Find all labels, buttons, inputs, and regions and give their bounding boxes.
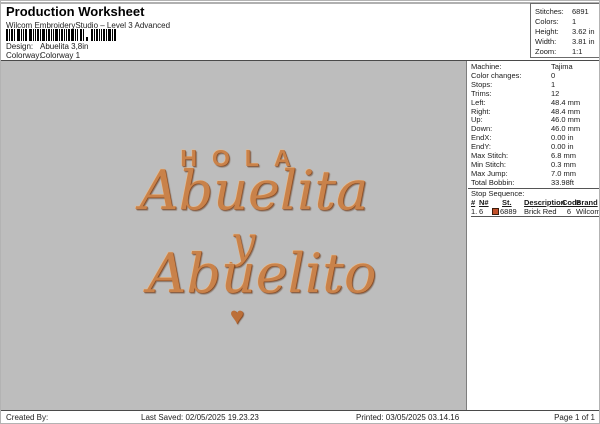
stat-value: 3.62 in (572, 27, 595, 36)
machine-label: Total Bobbin: (471, 177, 515, 187)
design-text-abuelito: Abuelito (147, 242, 377, 305)
seq-code: 6 (566, 207, 572, 216)
design-preview-canvas: HOLA Abuelita y Abuelito ♥ (1, 61, 467, 410)
seq-num: 1. (471, 207, 478, 216)
seq-brand: Wilcom (576, 207, 600, 216)
footer-printed: Printed: 03/05/2025 03.14.16 (356, 413, 460, 422)
stat-height: Height: 3.62 in (535, 27, 598, 37)
col-num: # (471, 198, 476, 207)
seq-st-cell: 6889 (492, 207, 524, 216)
design-label: Design: (6, 42, 34, 51)
footer-last-saved: Last Saved: 02/05/2025 19.23.23 (141, 413, 259, 422)
design-value: Abuelita 3,8in (40, 42, 89, 51)
machine-row: Total Bobbin: 33.98ft (471, 177, 599, 188)
footer-page-number: Page 1 of 1 (554, 413, 595, 422)
footer-divider (1, 410, 599, 411)
machine-info-list: Machine: Tajima Color changes: 0 Stops: 1 T… (471, 62, 599, 188)
design-row: Design: Abuelita 3,8in (6, 42, 88, 51)
colorway-row: Colorway: Colorway 1 (6, 51, 80, 60)
machine-value: Tajima (551, 62, 573, 71)
stat-label: Stitches: (535, 7, 564, 16)
stat-colors: Colors: 1 (535, 17, 598, 27)
seq-n: 6 (479, 207, 484, 216)
stop-sequence-header-row: # N# St. Description Code Brand (471, 198, 599, 207)
stat-value: 1 (572, 17, 577, 26)
stop-sequence-section: Stop Sequence: # N# St. Description Code… (468, 188, 600, 217)
seq-description: Brick Red (524, 207, 557, 216)
col-code: Code (562, 198, 581, 207)
stat-zoom: Zoom: 1:1 (535, 47, 598, 57)
design-stats-box: Stitches: 6891 Colors: 1 Height: 3.62 in… (530, 3, 599, 58)
heart-icon: ♥ (229, 303, 245, 330)
machine-label: Right: (471, 106, 491, 116)
page-title: Production Worksheet (6, 4, 145, 19)
stat-label: Height: (535, 27, 559, 36)
machine-value: 33.98ft (551, 177, 574, 187)
stat-stitches: Stitches: 6891 (535, 7, 598, 17)
seq-st: 6889 (500, 207, 517, 216)
col-n: N# (479, 198, 489, 207)
stat-label: Colors: (535, 17, 559, 26)
colorway-label: Colorway: (6, 51, 42, 60)
thread-color-swatch (492, 208, 499, 215)
colorway-value: Colorway 1 (40, 51, 81, 60)
footer-created-by: Created By: (6, 413, 49, 422)
stat-value: 3.81 in (572, 37, 595, 46)
col-description: Description (524, 198, 566, 207)
stat-width: Width: 3.81 in (535, 37, 598, 47)
production-worksheet-page: Production Worksheet Wilcom EmbroiderySt… (0, 0, 600, 424)
stop-sequence-row: 1. 6 6889 Brick Red 6 Wilcom (471, 207, 600, 217)
stop-sequence-title: Stop Sequence: (471, 189, 525, 198)
stat-value: 6891 (572, 7, 589, 16)
stat-value: 1:1 (572, 47, 583, 56)
barcode-icon (6, 29, 116, 41)
design-text-abuelita: Abuelita (139, 159, 369, 222)
stat-label: Width: (535, 37, 557, 46)
col-brand: Brand (576, 198, 598, 207)
stat-label: Zoom: (535, 47, 557, 56)
col-st: St. (502, 198, 512, 207)
machine-value: 0 (551, 70, 556, 80)
